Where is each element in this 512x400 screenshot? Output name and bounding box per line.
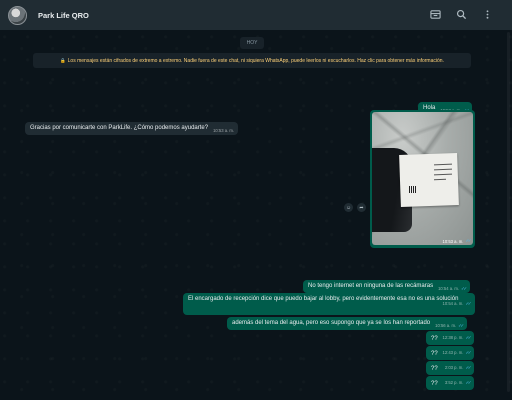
message-meta: 12:38 p. m. ✓✓ <box>442 332 472 344</box>
message-meta: 3:52 p. m. ✓✓ <box>444 377 472 389</box>
message-bubble[interactable]: No tengo internet en ninguna de las recá… <box>303 280 470 293</box>
message-time: 10:54 a. m. <box>438 286 460 292</box>
message-bubble[interactable]: ?? 12:43 p. m. ✓✓ <box>426 346 474 360</box>
read-ticks-icon: ✓✓ <box>465 238 471 243</box>
message-bubble[interactable]: ?? 12:38 p. m. ✓✓ <box>426 331 474 345</box>
read-ticks-icon: ✓✓ <box>465 350 471 356</box>
message-meta: 10:53 a. m. <box>213 128 234 133</box>
message-meta: 2:03 p. m. ✓✓ <box>444 362 472 374</box>
message-time: 10:56 a. m. <box>435 323 457 329</box>
contact-name[interactable]: Park Life QRO <box>38 11 89 20</box>
catalog-icon[interactable] <box>429 8 442 21</box>
qr-code-image <box>409 186 416 193</box>
message-time: 10:53 a. m. <box>213 128 235 134</box>
message-time: 3:52 p. m. <box>444 380 464 386</box>
message-bubble[interactable]: además del tema del agua, pero eso supon… <box>227 317 467 330</box>
encryption-notice-text: Los mensajes están cifrados de extremo a… <box>67 57 444 64</box>
message-text: ?? <box>431 350 438 357</box>
read-ticks-icon: ✓✓ <box>465 300 471 306</box>
read-ticks-icon: ✓✓ <box>461 285 467 291</box>
emoji-reaction-icon[interactable]: ☺ <box>344 203 353 212</box>
message-text: además del tema del agua, pero eso supon… <box>232 320 431 326</box>
read-ticks-icon: ✓✓ <box>465 335 471 341</box>
message-meta: 10:53 a. m. ✓✓ <box>442 238 472 244</box>
card-image <box>399 153 459 207</box>
message-time: 10:53 a. m. <box>442 238 464 244</box>
photo[interactable] <box>372 112 473 245</box>
message-text: ?? <box>431 335 438 342</box>
message-meta: 10:54 a. m. ✓✓ <box>438 285 467 292</box>
message-bubble[interactable]: ?? 2:03 p. m. ✓✓ <box>426 361 474 375</box>
message-meta: 10:54 a. m. ✓✓ <box>442 294 472 313</box>
forward-icon[interactable]: ➦ <box>357 203 366 212</box>
message-meta: 12:43 p. m. ✓✓ <box>442 347 472 359</box>
read-ticks-icon: ✓✓ <box>465 380 471 386</box>
encryption-notice[interactable]: 🔒 Los mensajes están cifrados de extremo… <box>33 53 471 68</box>
message-time: 12:43 p. m. <box>442 350 464 356</box>
lock-icon: 🔒 <box>60 57 66 63</box>
message-time: 10:54 a. m. <box>442 300 464 306</box>
search-icon[interactable] <box>455 8 468 21</box>
read-ticks-icon: ✓✓ <box>458 322 464 328</box>
message-text: ?? <box>431 365 438 372</box>
image-message[interactable]: 10:53 a. m. ✓✓ <box>370 110 475 248</box>
message-bubble[interactable]: ?? 3:52 p. m. ✓✓ <box>426 376 474 390</box>
header-actions <box>429 8 494 21</box>
message-bubble[interactable]: Gracias por comunicarte con ParkLife. ¿C… <box>25 122 239 135</box>
avatar[interactable] <box>8 5 27 25</box>
scrollbar[interactable] <box>507 32 510 392</box>
image-actions: ☺ ➦ <box>344 203 366 212</box>
message-text: Gracias por comunicarte con ParkLife. ¿C… <box>30 125 209 131</box>
message-meta: 10:56 a. m. ✓✓ <box>435 322 464 329</box>
date-separator: HOY <box>240 37 264 49</box>
chat-header: Park Life QRO <box>0 0 512 30</box>
message-text: El encargado de recepción dice que puedo… <box>188 296 459 302</box>
message-time: 12:38 p. m. <box>442 335 464 341</box>
read-ticks-icon: ✓✓ <box>465 365 471 371</box>
message-bubble[interactable]: El encargado de recepción dice que puedo… <box>183 293 475 315</box>
message-time: 2:03 p. m. <box>444 365 464 371</box>
menu-icon[interactable] <box>481 8 494 21</box>
message-text: ?? <box>431 380 438 387</box>
message-text: No tengo internet en ninguna de las recá… <box>308 283 434 289</box>
